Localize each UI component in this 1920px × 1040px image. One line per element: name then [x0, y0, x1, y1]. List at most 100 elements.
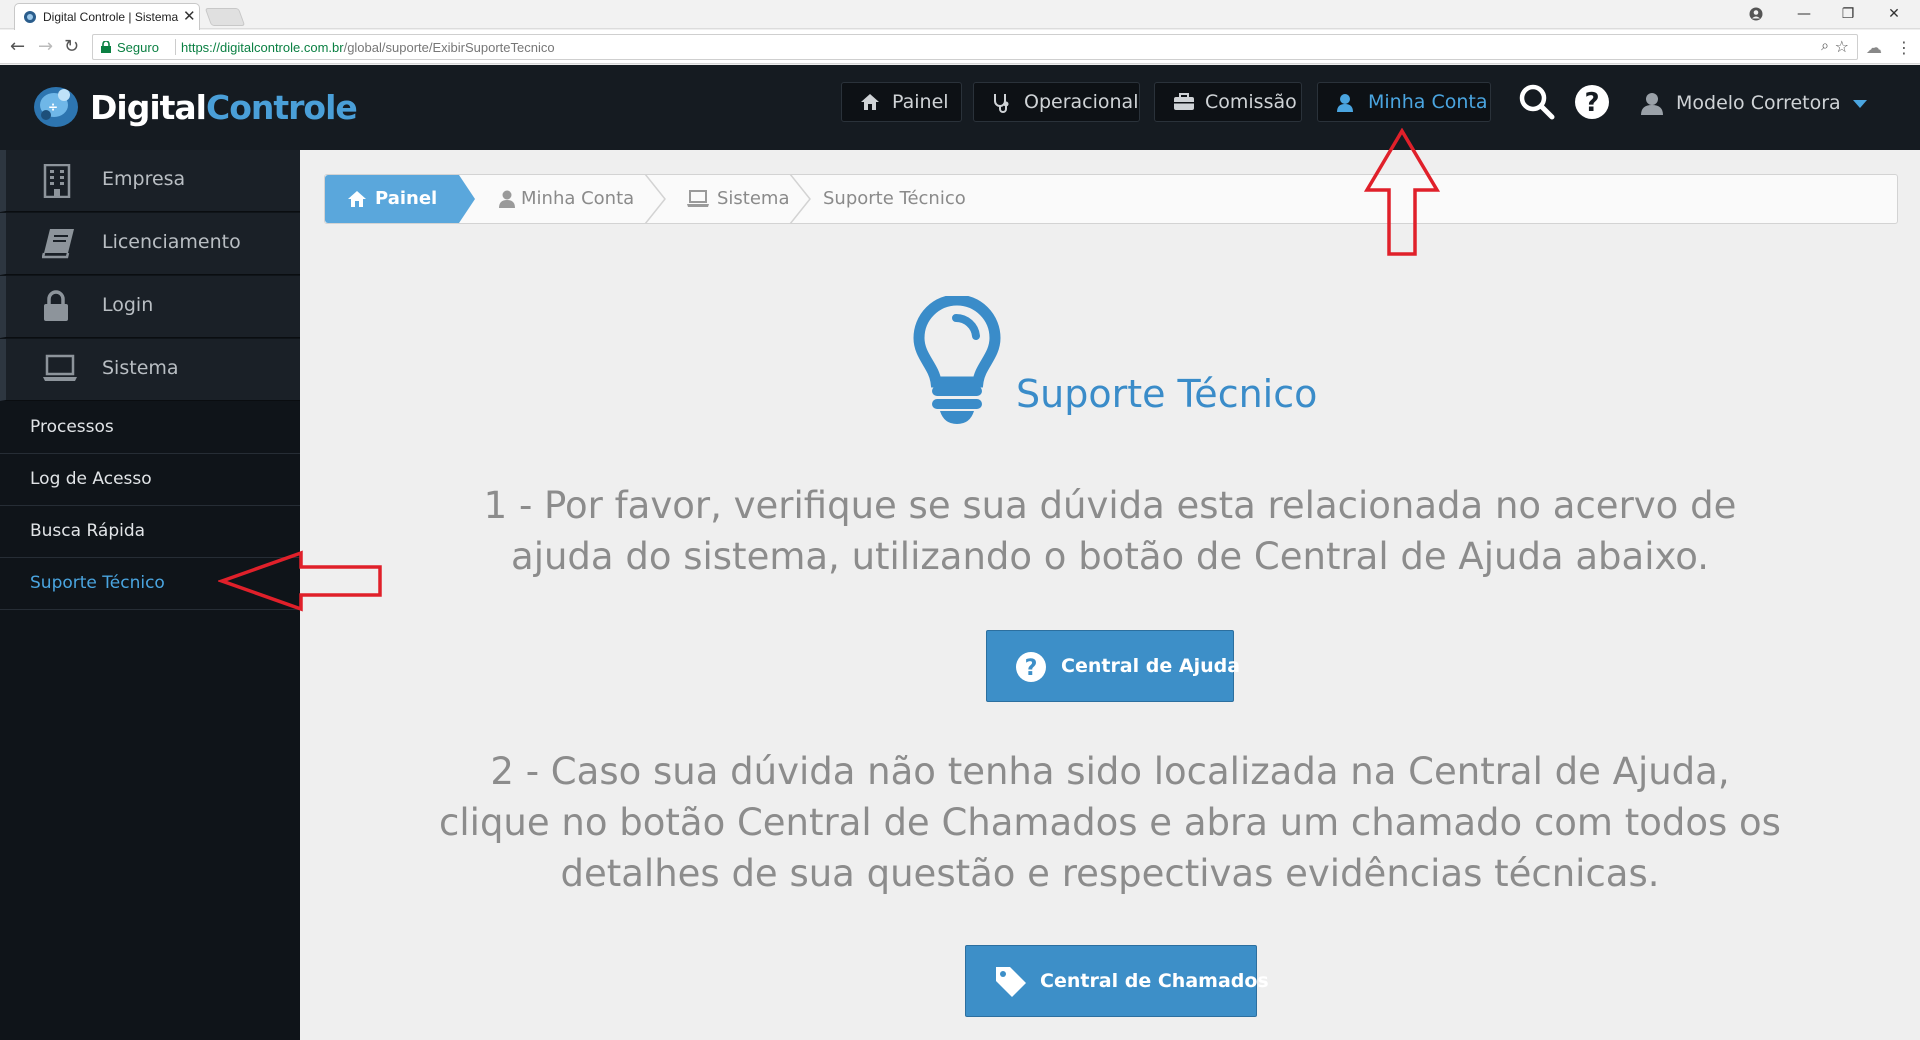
svg-text:÷: ÷ — [48, 100, 58, 114]
tab-close-icon[interactable]: ✕ — [183, 7, 196, 25]
minimize-icon[interactable]: — — [1782, 2, 1826, 26]
sidebar-item-empresa[interactable]: Empresa — [0, 150, 300, 212]
nav-comissao[interactable]: Comissão — [1154, 82, 1302, 122]
stethoscope-icon — [994, 94, 1009, 113]
step2-line: clique no botão Central de Chamados e ab… — [439, 801, 1781, 844]
browser-menu-icon[interactable]: ⋮ — [1896, 38, 1912, 57]
browser-tab-strip: Digital Controle | Sistema ✕ — ❐ ✕ — [0, 0, 1920, 30]
nav-minha-conta-label: Minha Conta — [1368, 91, 1488, 113]
breadcrumb-minha-conta[interactable]: Minha Conta — [475, 175, 634, 223]
sidebar-item-label: Login — [102, 294, 154, 316]
breadcrumb-home-label: Painel — [375, 188, 438, 209]
bookmark-star-icon[interactable]: ☆ — [1835, 37, 1849, 56]
main-content: Painel Minha Conta Sistema Suporte Técni… — [300, 150, 1920, 1040]
home-icon — [861, 94, 879, 110]
breadcrumb-label: Minha Conta — [521, 188, 635, 209]
chevron-down-icon — [1852, 99, 1867, 108]
profile-icon[interactable] — [1734, 2, 1778, 26]
url-path: /global/suporte/ExibirSuporteTecnico — [343, 40, 555, 55]
sidebar-item-label: Sistema — [102, 357, 179, 379]
briefcase-icon — [1174, 93, 1194, 110]
zoom-icon[interactable]: ⌕ — [1821, 38, 1829, 54]
address-bar[interactable]: Seguro https://digitalcontrole.com.br/gl… — [92, 34, 1858, 60]
building-icon — [43, 164, 71, 198]
step2-line: detalhes de sua questão e respectivas ev… — [560, 852, 1660, 895]
breadcrumb-home-tip — [459, 175, 475, 223]
annotation-arrow-up-icon — [1364, 128, 1440, 256]
breadcrumb-home[interactable]: Painel — [325, 175, 459, 223]
central-de-chamados-label: Central de Chamados — [1040, 970, 1269, 992]
breadcrumb-separator-icon — [644, 174, 666, 224]
lightbulb-icon — [913, 296, 1001, 424]
step2-text: 2 - Caso sua dúvida não tenha sido local… — [370, 746, 1850, 899]
url-host: https://digitalcontrole.com.br — [181, 40, 344, 55]
new-tab-button[interactable] — [204, 8, 246, 26]
sidebar-item-label: Log de Acesso — [30, 469, 152, 489]
sidebar-item-label: Busca Rápida — [30, 521, 146, 541]
central-de-ajuda-button[interactable]: ? Central de Ajuda — [986, 630, 1240, 702]
user-menu[interactable]: Modelo Corretora — [1640, 85, 1867, 121]
sidebar-item-processos[interactable]: Processos — [0, 402, 300, 454]
lock-icon — [44, 290, 68, 321]
sidebar-item-licenciamento[interactable]: Licenciamento — [0, 213, 300, 275]
logo-text: DigitalControle — [90, 88, 358, 127]
question-circle-icon: ? — [1016, 652, 1046, 682]
tab-title: Digital Controle | Sistema — [43, 10, 179, 24]
logo-text-controle: Controle — [206, 88, 358, 127]
secure-label: Seguro — [117, 40, 159, 55]
nav-operacional-label: Operacional — [1024, 91, 1139, 113]
user-name: Modelo Corretora — [1676, 92, 1841, 114]
step1-line: 1 - Por favor, verifique se sua dúvida e… — [483, 484, 1737, 527]
breadcrumb-label: Suporte Técnico — [823, 188, 966, 209]
secure-lock-icon — [101, 41, 111, 53]
annotation-arrow-left-icon — [218, 550, 382, 612]
browser-toolbar: ← → ↻ Seguro https://digitalcontrole.com… — [0, 30, 1920, 64]
nav-operacional[interactable]: Operacional — [973, 82, 1140, 122]
laptop-icon — [43, 354, 77, 381]
breadcrumb-label: Sistema — [717, 188, 790, 209]
user-icon — [1337, 94, 1353, 112]
sidebar-item-label: Suporte Técnico — [30, 573, 165, 593]
sidebar-item-sistema[interactable]: Sistema — [0, 339, 300, 401]
logo-text-digital: Digital — [90, 88, 207, 127]
svg-text:?: ? — [1584, 88, 1599, 118]
sidebar-item-label: Processos — [30, 417, 114, 437]
breadcrumb-suporte-tecnico: Suporte Técnico — [823, 175, 966, 223]
extension-icon[interactable]: ☁ — [1866, 38, 1882, 57]
sidebar-item-label: Licenciamento — [102, 231, 241, 253]
maximize-icon[interactable]: ❐ — [1826, 2, 1870, 26]
central-de-chamados-button[interactable]: Central de Chamados — [965, 945, 1269, 1017]
sidebar-item-log-de-acesso[interactable]: Log de Acesso — [0, 454, 300, 506]
nav-comissao-label: Comissão — [1205, 91, 1297, 113]
breadcrumb: Painel Minha Conta Sistema Suporte Técni… — [324, 174, 1898, 224]
home-icon — [348, 191, 366, 207]
logo-mark-icon: ÷ — [34, 87, 78, 127]
sidebar-item-label: Empresa — [102, 168, 186, 190]
breadcrumb-separator-icon — [789, 174, 811, 224]
laptop-icon — [687, 190, 709, 207]
step2-line: 2 - Caso sua dúvida não tenha sido local… — [490, 750, 1730, 793]
nav-painel[interactable]: Painel — [841, 82, 962, 122]
step1-line: ajuda do sistema, utilizando o botão de … — [511, 535, 1709, 578]
favicon-icon — [24, 11, 36, 23]
svg-text:?: ? — [1025, 656, 1038, 681]
help-icon[interactable]: ? — [1574, 84, 1610, 120]
window-close-icon[interactable]: ✕ — [1872, 2, 1916, 26]
breadcrumb-sistema[interactable]: Sistema — [665, 175, 790, 223]
url-text: https://digitalcontrole.com.br/global/su… — [181, 40, 555, 55]
step1-text: 1 - Por favor, verifique se sua dúvida e… — [370, 480, 1850, 582]
nav-minha-conta[interactable]: Minha Conta — [1317, 82, 1491, 122]
browser-tab[interactable]: Digital Controle | Sistema ✕ — [14, 3, 200, 30]
book-icon — [42, 229, 74, 259]
sidebar-item-login[interactable]: Login — [0, 276, 300, 338]
address-divider — [175, 39, 176, 55]
app-header: ÷ DigitalControle Painel Operacional Com… — [0, 65, 1920, 150]
nav-painel-label: Painel — [892, 91, 949, 113]
page-title: Suporte Técnico — [1016, 372, 1318, 416]
search-icon[interactable] — [1518, 83, 1556, 121]
tag-icon — [996, 967, 1026, 997]
reload-icon[interactable]: ↻ — [64, 36, 79, 58]
back-icon[interactable]: ← — [10, 36, 25, 58]
forward-icon[interactable]: → — [38, 36, 53, 58]
central-de-ajuda-label: Central de Ajuda — [1061, 655, 1241, 677]
